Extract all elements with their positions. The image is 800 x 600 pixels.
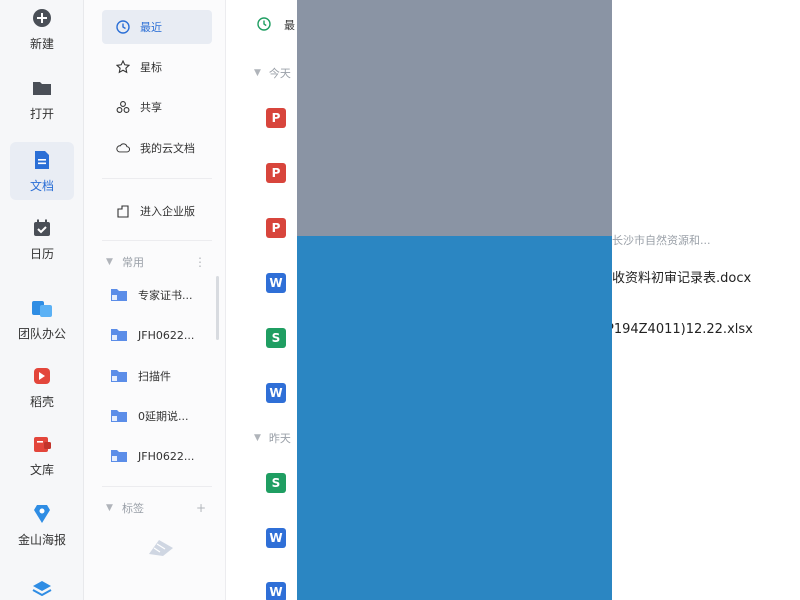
tags-section-header[interactable]: ▼ 标签 + [106,498,206,518]
divider [102,486,212,487]
chevron-down-icon: ▼ [254,68,261,78]
nav-item-shared[interactable]: 共享 [102,90,212,124]
folder-icon [31,77,53,99]
section-label: 常用 [122,256,144,269]
folder-item[interactable]: 0延期说... [110,401,210,431]
shared-folder-icon [110,409,128,423]
star-icon [116,60,130,74]
clock-icon [116,20,130,34]
overlay-panel-top [297,0,612,236]
file-name[interactable]: 收资料初审记录表.docx [612,267,751,286]
rail-label: 新建 [29,36,54,51]
secondary-nav: 最近 星标 共享 我的云文档 进入企业版 ▼ 常用 ⋮ 专家证书... JFH0… [84,0,226,600]
divider [102,178,212,179]
file-name[interactable]: P194Z4011)12.22.xlsx [606,322,753,337]
pdf-file-icon[interactable]: P [266,163,286,183]
nav-item-label: 我的云文档 [140,142,195,155]
nav-item-label: 共享 [140,101,162,114]
sheet-file-icon[interactable]: S [266,328,286,348]
rail-item-library[interactable]: 文库 [10,426,74,484]
group-label: 今天 [268,67,291,80]
overlay-panel-bottom [297,236,612,600]
group-label: 昨天 [268,432,291,445]
folder-label: JFH0622... [138,328,195,342]
rail-item-team-office[interactable]: 团队办公 [10,290,74,348]
pdf-file-icon[interactable]: P [266,218,286,238]
chevron-down-icon: ▼ [106,503,113,513]
plus-circle-icon [31,7,53,29]
nav-item-enterprise[interactable]: 进入企业版 [102,194,212,228]
rail-item-docer[interactable]: 稻壳 [10,358,74,416]
empty-tags-illustration-icon [146,536,176,558]
rail-label: 打开 [29,106,54,121]
nav-item-my-cloud-docs[interactable]: 我的云文档 [102,131,212,165]
folder-item[interactable]: JFH0622... [110,441,210,471]
group-header-yesterday[interactable]: ▼ 昨天 [254,429,291,447]
folder-label: 0延期说... [138,410,189,423]
cloud-icon [116,141,130,155]
document-icon [31,149,53,171]
folder-item[interactable]: JFH0622... [110,320,210,350]
share-icon [116,100,130,114]
nav-item-recent[interactable]: 最近 [102,10,212,44]
rail-item-poster[interactable]: 金山海报 [10,496,74,554]
library-icon [31,433,53,455]
folder-item[interactable]: 扫描件 [110,361,210,391]
file-location: 长沙市自然资源和... [612,234,711,247]
more-vertical-icon[interactable]: ⋮ [194,255,206,269]
section-label: 标签 [122,502,144,515]
rail-label: 稻壳 [29,394,54,409]
nav-item-label: 进入企业版 [140,205,195,218]
add-tag-icon[interactable]: + [196,501,206,515]
poster-icon [31,503,53,525]
rail-label: 日历 [29,246,54,261]
chevron-down-icon: ▼ [106,257,113,267]
rail-label: 团队办公 [17,326,66,341]
folder-label: 扫描件 [138,370,171,383]
pdf-file-icon[interactable]: P [266,108,286,128]
recent-refresh-icon[interactable] [256,16,272,32]
common-section-header[interactable]: ▼ 常用 ⋮ [106,252,206,272]
rail-item-calendar[interactable]: 日历 [10,210,74,268]
sheet-file-icon[interactable]: S [266,473,286,493]
folder-label: JFH0622... [138,449,195,463]
rail-label: 文库 [29,462,54,477]
word-file-icon[interactable]: W [266,383,286,403]
nav-item-label: 最近 [140,21,162,34]
scrollbar[interactable] [216,276,219,340]
word-file-icon[interactable]: W [266,528,286,548]
enterprise-icon [116,204,130,218]
rail-label: 金山海报 [17,532,66,547]
nav-item-starred[interactable]: 星标 [102,50,212,84]
docer-icon [31,365,53,387]
folder-label: 专家证书... [138,289,193,302]
layers-icon[interactable] [31,576,53,597]
chevron-down-icon: ▼ [254,433,261,443]
shared-folder-icon [110,288,128,302]
rail-label: 文档 [29,178,54,193]
team-office-icon [31,297,53,319]
shared-folder-icon [110,328,128,342]
divider [102,240,212,241]
shared-folder-icon [110,369,128,383]
list-header-label: 最 [284,19,295,32]
folder-item[interactable]: 专家证书... [110,280,210,310]
group-header-today[interactable]: ▼ 今天 [254,64,291,82]
word-file-icon[interactable]: W [266,273,286,293]
rail-item-new[interactable]: 新建 [10,0,74,58]
rail-item-docs[interactable]: 文档 [10,142,74,200]
rail-item-open[interactable]: 打开 [10,70,74,128]
shared-folder-icon [110,449,128,463]
left-rail: 新建 打开 文档 日历 团队办公 稻壳 文库 金山海报 [0,0,84,600]
word-file-icon[interactable]: W [266,582,286,600]
nav-item-label: 星标 [140,61,162,74]
calendar-icon [31,217,53,239]
